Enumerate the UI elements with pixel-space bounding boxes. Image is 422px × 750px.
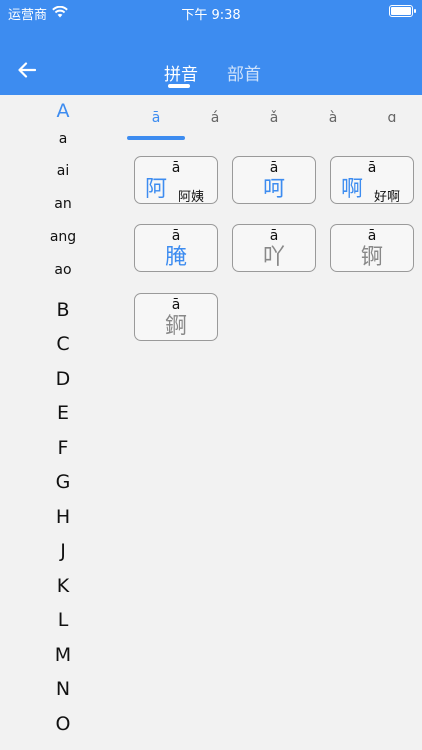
card-character: 腌	[164, 245, 187, 270]
character-card[interactable]: ā 腌	[134, 224, 218, 272]
app-header: 运营商 下午 9:38 拼音 部首	[0, 0, 422, 95]
sidebar-item-ao[interactable]: ao	[0, 262, 126, 278]
sidebar-letter-e[interactable]: E	[0, 402, 126, 424]
card-pinyin: ā	[171, 160, 181, 176]
character-card[interactable]: ā 啊 好啊	[330, 156, 414, 205]
tone-tab-3[interactable]: ǎ	[254, 110, 294, 126]
sidebar-letter-k[interactable]: K	[0, 575, 126, 597]
card-word: 阿姨	[177, 190, 204, 205]
tone-tab-4[interactable]: à	[313, 110, 353, 126]
top-tabs: 拼音 部首	[0, 0, 422, 95]
tab-pinyin[interactable]: 拼音	[164, 60, 198, 85]
character-card[interactable]: ā 锕	[330, 224, 414, 272]
character-list-panel: ā á ǎ à ɑ ā 阿 阿姨 ā 呵 ā 啊 好啊 ā 腌 ā 吖 ā 锕 …	[126, 95, 422, 750]
card-character: 啊	[341, 177, 364, 202]
card-pinyin: ā	[269, 160, 279, 176]
character-card[interactable]: ā 錒	[134, 293, 218, 341]
card-pinyin: ā	[171, 297, 181, 313]
sidebar-letter-l[interactable]: L	[0, 609, 126, 631]
tab-radical[interactable]: 部首	[227, 60, 261, 85]
card-pinyin: ā	[171, 228, 181, 244]
card-word: 好啊	[373, 190, 400, 205]
card-character: 锕	[360, 245, 383, 270]
card-character: 呵	[262, 177, 285, 202]
sidebar-letter-n[interactable]: N	[0, 678, 126, 700]
card-pinyin: ā	[367, 160, 377, 176]
card-pinyin: ā	[367, 228, 377, 244]
sidebar-item-ai[interactable]: ai	[0, 163, 126, 179]
character-card[interactable]: ā 呵	[232, 156, 316, 204]
sidebar-letter-o[interactable]: O	[0, 713, 126, 735]
sidebar-letter-d[interactable]: D	[0, 368, 126, 390]
sidebar-item-ang[interactable]: ang	[0, 229, 126, 245]
sidebar-letter-g[interactable]: G	[0, 471, 126, 493]
card-pinyin: ā	[269, 228, 279, 244]
tab-active-indicator	[168, 84, 190, 88]
sidebar-letter-m[interactable]: M	[0, 644, 126, 666]
card-character: 錒	[164, 314, 187, 339]
sidebar-letter-a[interactable]: A	[0, 100, 126, 122]
tone-active-indicator	[127, 136, 185, 140]
sidebar-item-a[interactable]: a	[0, 131, 126, 147]
sidebar-letter-h[interactable]: H	[0, 506, 126, 528]
tone-tab-5[interactable]: ɑ	[372, 110, 412, 126]
character-card[interactable]: ā 阿 阿姨	[134, 156, 218, 205]
pinyin-index-sidebar: A a ai an ang ao B C D E F G H J K L M N…	[0, 95, 126, 750]
sidebar-letter-b[interactable]: B	[0, 299, 126, 321]
tone-tab-1[interactable]: ā	[136, 110, 176, 126]
card-character: 吖	[262, 245, 285, 270]
sidebar-letter-j[interactable]: J	[0, 540, 126, 562]
card-character: 阿	[145, 177, 168, 202]
tone-tab-2[interactable]: á	[195, 110, 235, 126]
sidebar-letter-f[interactable]: F	[0, 437, 126, 459]
character-card[interactable]: ā 吖	[232, 224, 316, 272]
sidebar-item-an[interactable]: an	[0, 196, 126, 212]
sidebar-letter-c[interactable]: C	[0, 333, 126, 355]
